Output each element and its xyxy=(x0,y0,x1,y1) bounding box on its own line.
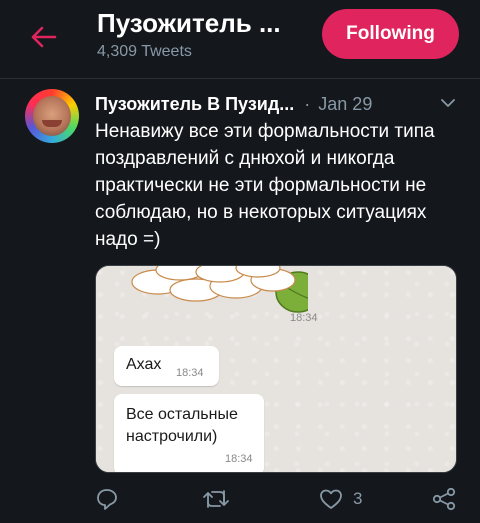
flower-sticker-image xyxy=(131,266,321,313)
meta-separator: · xyxy=(304,93,311,114)
chat-message: Ахах 18:34 xyxy=(114,346,219,386)
message-time: 18:34 xyxy=(176,367,204,379)
message-text: Все остальные настрочили) xyxy=(126,406,238,445)
reply-button[interactable] xyxy=(95,484,119,514)
flower-sticker: 18:34 xyxy=(118,266,321,330)
tweet-date[interactable]: Jan 29 xyxy=(318,94,372,115)
like-icon xyxy=(320,489,342,509)
tweet-count: 4,309 Tweets xyxy=(97,43,192,60)
back-button[interactable] xyxy=(26,20,60,54)
retweet-icon xyxy=(203,490,229,508)
tweet-text: Ненавижу все эти формальности типа поздр… xyxy=(95,121,435,250)
page-title: Пузожитель ... xyxy=(97,8,281,38)
following-button[interactable]: Following xyxy=(322,9,459,59)
author-name[interactable]: Пузожитель В Пузид... xyxy=(95,94,294,115)
tweet-media-image[interactable]: 18:34 Ахах 18:34 Все остальные настрочил… xyxy=(95,265,457,473)
tweet-actions: 3 xyxy=(95,484,465,514)
tweet-menu-button[interactable] xyxy=(440,96,456,110)
avatar[interactable] xyxy=(25,89,79,143)
reply-icon xyxy=(97,489,117,510)
message-time: 18:34 xyxy=(290,312,318,324)
like-count: 3 xyxy=(353,489,363,508)
like-button[interactable]: 3 xyxy=(319,484,362,514)
back-arrow-icon xyxy=(31,26,57,48)
retweet-button[interactable] xyxy=(203,484,229,514)
share-icon xyxy=(432,487,456,511)
chevron-down-icon xyxy=(441,99,455,107)
message-time: 18:34 xyxy=(225,453,253,465)
share-button[interactable] xyxy=(431,484,457,514)
chat-message: Все остальные настрочили) 18:34 xyxy=(114,394,264,472)
avatar-photo xyxy=(33,96,71,136)
message-text: Ахах xyxy=(126,356,162,373)
tweet-meta: Пузожитель В Пузид... · Jan 29 xyxy=(95,92,465,116)
tweet-detail-screen: Пузожитель ... 4,309 Tweets Following Пу… xyxy=(0,0,480,523)
header-bar: Пузожитель ... 4,309 Tweets Following xyxy=(0,0,480,79)
